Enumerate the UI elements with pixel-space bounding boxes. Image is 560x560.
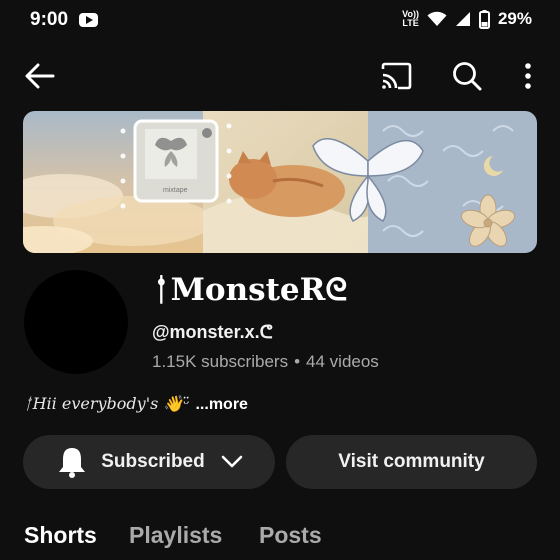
more-vert-icon: [525, 63, 531, 89]
subscribed-button[interactable]: Subscribed: [23, 435, 275, 489]
volte-bottom-label: LTE: [402, 18, 419, 28]
tab-shorts[interactable]: Shorts: [24, 522, 97, 549]
tab-playlists[interactable]: Playlists: [129, 522, 222, 549]
back-button[interactable]: [18, 54, 62, 98]
more-options-button[interactable]: [506, 54, 550, 98]
video-count: 44 videos: [306, 352, 379, 371]
channel-description[interactable]: ᛁ̊Hii everybody's 👋ᵕ̈ ...more: [23, 394, 248, 414]
volte-indicator: Vo)) LTE: [402, 10, 419, 28]
cast-icon: [381, 62, 412, 90]
tab-posts[interactable]: Posts: [259, 522, 322, 549]
bell-icon: [59, 448, 86, 478]
wifi-icon: [427, 11, 447, 26]
description-more-link[interactable]: ...more: [195, 396, 247, 413]
description-text: ᛁ̊Hii everybody's 👋ᵕ̈: [23, 394, 190, 413]
stats-separator: •: [294, 352, 301, 371]
back-arrow-icon: [25, 63, 55, 89]
search-button[interactable]: [445, 54, 489, 98]
visit-community-label: Visit community: [338, 451, 485, 472]
channel-avatar[interactable]: [24, 270, 128, 374]
banner-card-label: mixtape: [163, 187, 188, 194]
battery-icon: [478, 9, 490, 29]
channel-tabs: Shorts Playlists Posts: [0, 520, 560, 560]
subscriber-count: 1.15K subscribers: [152, 352, 289, 371]
youtube-notification-icon: [79, 13, 98, 27]
status-bar: 9:00 Vo)) LTE 29%: [0, 0, 560, 42]
banner-image: mixtape: [23, 111, 537, 253]
battery-percent: 29%: [497, 9, 532, 28]
subscribed-label: Subscribed: [101, 451, 205, 472]
channel-name: ᛁ̊MonsteRᘓ: [152, 272, 348, 308]
visit-community-button[interactable]: Visit community: [286, 435, 537, 489]
status-time: 9:00: [30, 9, 69, 30]
search-icon: [453, 62, 482, 91]
cast-button[interactable]: [374, 54, 418, 98]
signal-icon: [455, 12, 470, 26]
app-bar: [0, 52, 560, 104]
status-indicators: Vo)) LTE 29%: [402, 9, 532, 29]
channel-stats: 1.15K subscribers • 44 videos: [152, 352, 379, 372]
channel-handle: @monster.x.ᕦ: [152, 322, 273, 342]
channel-banner: mixtape: [23, 111, 537, 253]
chevron-down-icon: [221, 455, 243, 468]
